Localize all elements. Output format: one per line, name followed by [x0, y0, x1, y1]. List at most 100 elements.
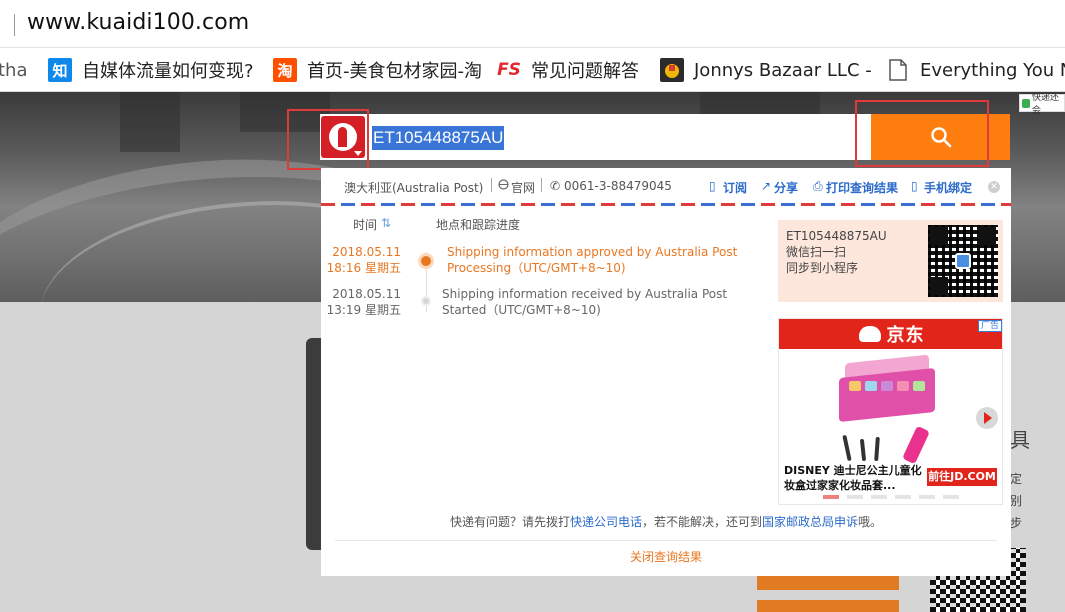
bookmark-jonnys-bazaar[interactable]: Jonnys Bazaar LLC - [660, 56, 872, 84]
jonnys-bazaar-icon [660, 58, 684, 82]
carousel-dot[interactable] [943, 495, 959, 499]
background-orange-button[interactable] [757, 600, 899, 612]
bookmark-tha[interactable]: tha [0, 56, 28, 84]
wechat-scan-label: 微信扫一扫 [786, 245, 847, 259]
bookmark-label: 自媒体流量如何变现? [82, 61, 254, 82]
ad-product-title[interactable]: DISNEY 迪士尼公主儿童化妆盒过家家化妆品套... [784, 463, 924, 493]
carousel-dots [823, 495, 959, 499]
bookmark-zhihu[interactable]: 知 自媒体流量如何变现? [48, 56, 254, 84]
help-note-text: 哦。 [858, 515, 883, 529]
miniprogram-icon [955, 253, 971, 269]
wechat-sync-label: 同步到小程序 [786, 261, 859, 275]
close-icon[interactable]: ✕ [988, 181, 1000, 193]
divider [335, 540, 997, 541]
building-silhouette [120, 92, 180, 152]
bookmarks-bar: tha 知 自媒体流量如何变现? 淘 首页-美食包材家园-淘 FS 常见问题解答… [0, 48, 1065, 92]
side-title-fragment: 具 [1010, 428, 1030, 452]
carousel-dot[interactable] [871, 495, 887, 499]
help-note: 快递有问题？请先拨打快递公司电话，若不能解决，还可到国家邮政总局申诉哦。 [321, 513, 1011, 530]
address-bar-divider [14, 14, 15, 36]
carousel-dot[interactable] [895, 495, 911, 499]
wechat-qr-code [928, 225, 998, 297]
bookmark-icon: ▯ [709, 179, 716, 193]
mobile-icon: ▯ [911, 179, 918, 193]
palette-swatch [913, 381, 925, 391]
event-datetime: 2018.05.11 18:16 星期五 [321, 244, 401, 276]
airmail-stripe [321, 203, 1011, 206]
tracking-results-panel: 澳大利亚(Australia Post) 官网 ✆ 0061-3-8847904… [321, 168, 1011, 576]
ad-tag[interactable]: 广告 [977, 320, 1002, 332]
share-icon: ↗ [761, 179, 772, 193]
jd-logo: 京东 [858, 321, 925, 347]
brand-tag: 快递还会 [1019, 93, 1065, 116]
bookmark-everything-you[interactable]: Everything You N [886, 56, 1065, 84]
share-link[interactable]: 分享 [774, 179, 798, 196]
bookmark-label: 常见问题解答 [531, 61, 639, 82]
close-results-link[interactable]: 关闭查询结果 [321, 548, 1011, 565]
zhihu-icon: 知 [48, 58, 72, 82]
carrier-name: 澳大利亚(Australia Post) [344, 181, 484, 195]
divider [491, 178, 492, 192]
postal-complaint-link[interactable]: 国家邮政总局申诉 [762, 515, 858, 529]
address-bar[interactable]: www.kuaidi100.com [0, 0, 1065, 48]
help-note-text: ，若不能解决，还可到 [641, 515, 762, 529]
palette-swatch [897, 381, 909, 391]
subscribe-link[interactable]: 订阅 [723, 179, 747, 196]
cosmetics-case-image [839, 354, 935, 423]
jd-banner: 京东 广告 [779, 319, 1002, 349]
phone-bind-link[interactable]: 手机绑定 [924, 179, 972, 196]
document-icon [886, 58, 910, 82]
printer-icon: ⎙ [813, 179, 823, 193]
time-column-header[interactable]: 时间 [353, 216, 377, 233]
carousel-dot[interactable] [847, 495, 863, 499]
tracking-number-input[interactable]: ET105448875AU [372, 126, 505, 150]
bookmark-fs[interactable]: FS 常见问题解答 [497, 56, 639, 84]
highlight-box-carrier [287, 109, 369, 170]
carousel-dot[interactable] [823, 495, 839, 499]
bookmark-taobao[interactable]: 淘 首页-美食包材家园-淘 [273, 56, 482, 84]
globe-icon [498, 179, 509, 193]
event-date: 2018.05.11 [332, 287, 401, 301]
progress-column-header: 地点和跟踪进度 [436, 218, 521, 232]
timeline-dot [421, 296, 431, 306]
wechat-tracking-number: ET105448875AU [786, 229, 887, 243]
jd-brand-text: 京东 [886, 325, 925, 346]
brush [859, 438, 867, 462]
event-datetime: 2018.05.11 13:19 星期五 [321, 286, 401, 318]
help-note-text: 快递有问题？请先拨打 [449, 515, 570, 529]
bookmark-label: tha [0, 59, 28, 81]
carrier-info-bar: 澳大利亚(Australia Post) 官网 ✆ 0061-3-8847904… [321, 168, 1011, 204]
event-description: Shipping information received by Austral… [442, 287, 728, 317]
check-icon [1022, 98, 1030, 108]
jd-advertisement[interactable]: 京东 广告 DISNEY 迪士尼公主儿童化妆盒过家家化妆品套... 前往JD.C… [778, 318, 1003, 505]
palette-swatch [881, 381, 893, 391]
taobao-icon: 淘 [273, 58, 297, 82]
event-time: 13:19 星期五 [326, 303, 401, 317]
wechat-miniprogram-card: ET105448875AU 微信扫一扫 同步到小程序 [778, 220, 1003, 302]
url-text[interactable]: www.kuaidi100.com [27, 10, 249, 35]
case-body [839, 367, 935, 423]
divider [541, 178, 542, 192]
event-description: Shipping information approved by Austral… [447, 245, 738, 275]
fs-icon: FS [497, 60, 521, 80]
bookmark-label: Jonnys Bazaar LLC - [694, 59, 872, 81]
phone-icon: ✆ [550, 179, 561, 193]
carousel-dot[interactable] [919, 495, 935, 499]
go-to-jd-button[interactable]: 前往JD.COM [927, 468, 997, 486]
official-site-link[interactable]: 官网 [511, 179, 535, 196]
print-link[interactable]: 打印查询结果 [826, 179, 898, 196]
brush [842, 434, 852, 462]
highlight-box-search [855, 100, 989, 167]
carrier-phone-link[interactable]: 快递公司电话 [570, 515, 642, 529]
sort-icon[interactable]: ⇅ [381, 216, 391, 230]
side-line: 定 [1010, 472, 1023, 486]
palette-swatch [865, 381, 877, 391]
bookmark-label: Everything You N [920, 59, 1065, 81]
jd-dog-icon [858, 326, 881, 342]
brush [874, 436, 880, 462]
bookmark-label: 首页-美食包材家园-淘 [307, 61, 482, 82]
palette-swatch [849, 381, 861, 391]
carrier-phone: 0061-3-88479045 [564, 179, 672, 193]
timeline-dot-current [421, 256, 431, 266]
next-slide-icon[interactable] [976, 407, 998, 429]
